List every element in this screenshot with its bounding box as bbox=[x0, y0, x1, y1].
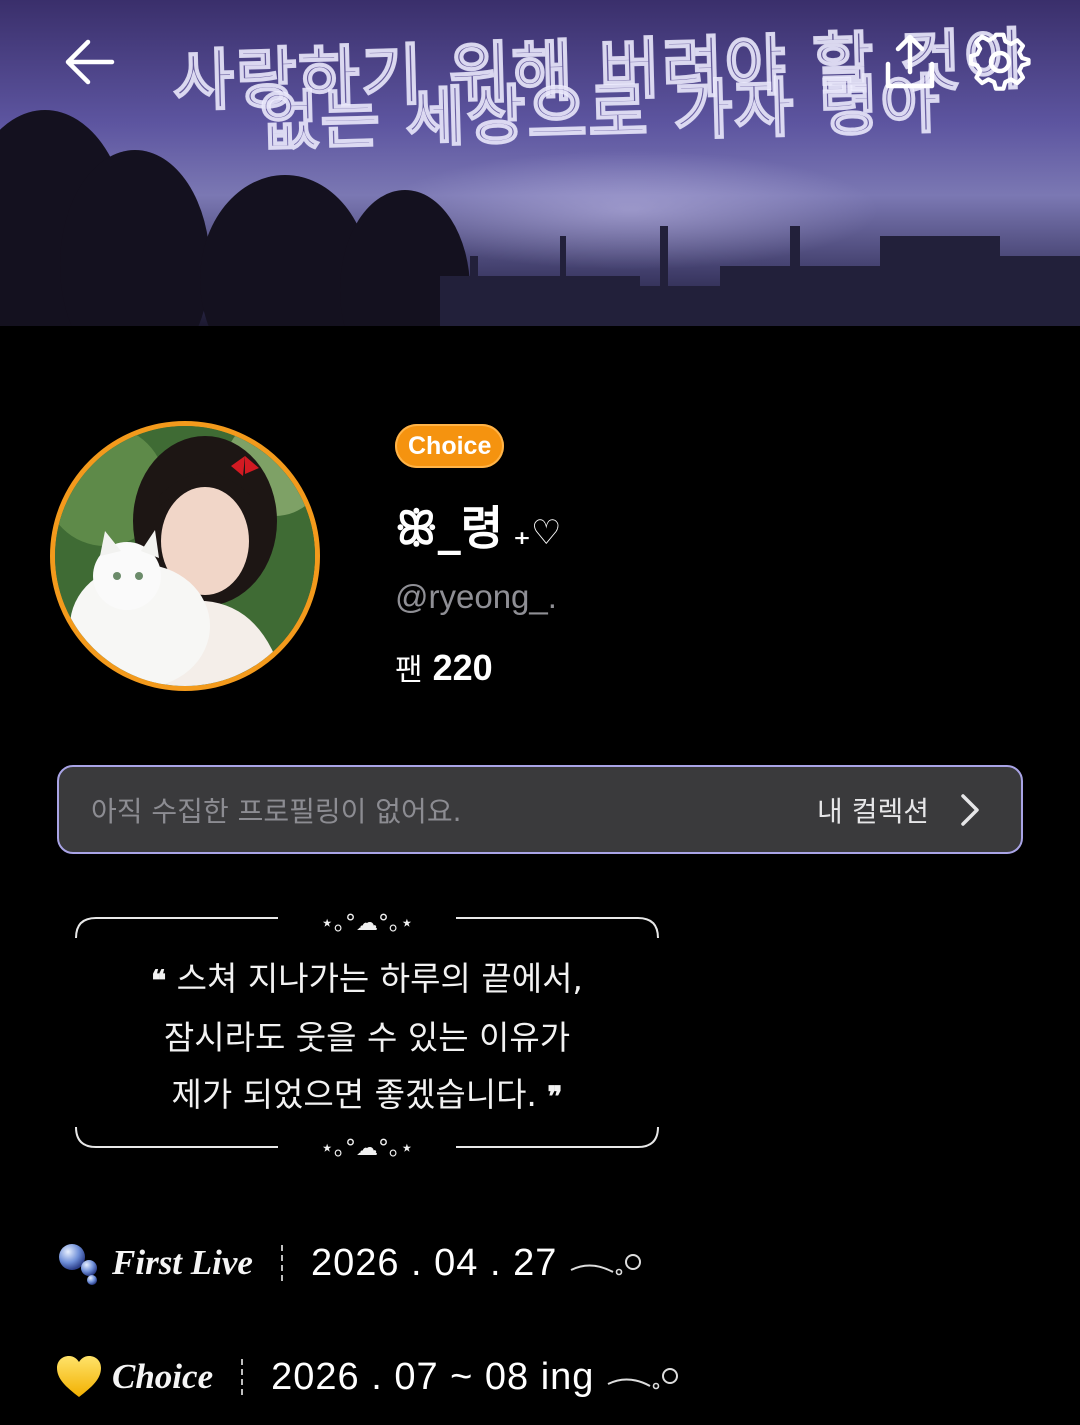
fan-number: 220 bbox=[432, 647, 493, 688]
open-quote-icon: ❝ bbox=[151, 964, 167, 997]
arrow-left-icon bbox=[65, 39, 115, 85]
wave-bubble-decoration-icon bbox=[570, 1254, 642, 1276]
nickname-heart-decoration: ₊♡ bbox=[513, 513, 562, 553]
quote-line1-text: 스쳐 지나가는 하루의 끝에서, bbox=[176, 959, 583, 998]
quote-frame-bottom: ⋆｡°☁︎°｡⋆ bbox=[75, 1126, 659, 1161]
wave-bubble-decoration-icon bbox=[607, 1368, 679, 1390]
share-button[interactable] bbox=[878, 30, 942, 94]
quote-line2: 잠시라도 웃을 수 있는 이유가 bbox=[163, 1018, 571, 1057]
settings-button[interactable] bbox=[968, 30, 1032, 94]
avatar-image bbox=[55, 426, 315, 686]
quote-ornament-top: ⋆｡°☁︎°｡⋆ bbox=[320, 911, 414, 936]
avatar[interactable] bbox=[50, 421, 320, 691]
fan-count[interactable]: 팬 220 bbox=[395, 645, 493, 689]
close-quote-icon: ❞ bbox=[547, 1080, 563, 1113]
my-collection-link[interactable]: 내 컬렉션 bbox=[817, 788, 991, 832]
gear-icon bbox=[969, 32, 1031, 91]
user-handle: @ryeong_. bbox=[395, 578, 557, 615]
choice-period: 2026 . 07 ~ 08 ing bbox=[271, 1355, 595, 1398]
quote-line3: 제가 되었으면 좋겠습니다. ❞ bbox=[74, 1066, 660, 1125]
back-button[interactable] bbox=[58, 30, 122, 94]
quote-frame-top: ⋆｡°☁︎°｡⋆ bbox=[75, 911, 659, 939]
quote-line1: ❝ 스쳐 지나가는 하루의 끝에서, bbox=[74, 950, 660, 1009]
bubbles-icon bbox=[59, 1244, 97, 1285]
chevron-right-icon bbox=[961, 793, 979, 826]
collection-bar[interactable]: 아직 수집한 프로필링이 없어요. 내 컬렉션 bbox=[57, 765, 1023, 854]
info-row-first-live: First Live 2026 . 04 . 27 bbox=[56, 1238, 645, 1288]
collection-empty-text: 아직 수집한 프로필링이 없어요. bbox=[91, 794, 462, 828]
my-collection-label: 내 컬렉션 bbox=[817, 794, 929, 828]
yellow-heart-icon bbox=[57, 1356, 101, 1397]
row-separator bbox=[280, 1245, 283, 1281]
share-upload-icon bbox=[885, 34, 935, 89]
fan-label: 팬 bbox=[395, 653, 423, 688]
choice-badge: Choice bbox=[395, 424, 505, 468]
first-live-date: 2026 . 04 . 27 bbox=[310, 1241, 558, 1284]
info-row-choice: Choice 2026 . 07 ~ 08 ing bbox=[56, 1352, 682, 1402]
first-live-label: First Live bbox=[112, 1243, 253, 1282]
quote-ornament-bottom: ⋆｡°☁︎°｡⋆ bbox=[320, 1136, 414, 1161]
row-separator bbox=[241, 1359, 244, 1395]
choice-label: Choice bbox=[112, 1357, 214, 1396]
profile-quote: ❝ 스쳐 지나가는 하루의 끝에서, 잠시라도 웃을 수 있는 이유가 제가 되… bbox=[74, 950, 660, 1125]
quote-line3-text: 제가 되었으면 좋겠습니다. bbox=[171, 1075, 537, 1114]
nickname: ꕥ_령 ₊♡ bbox=[395, 492, 561, 558]
nickname-text: ꕥ_령 bbox=[395, 501, 504, 555]
